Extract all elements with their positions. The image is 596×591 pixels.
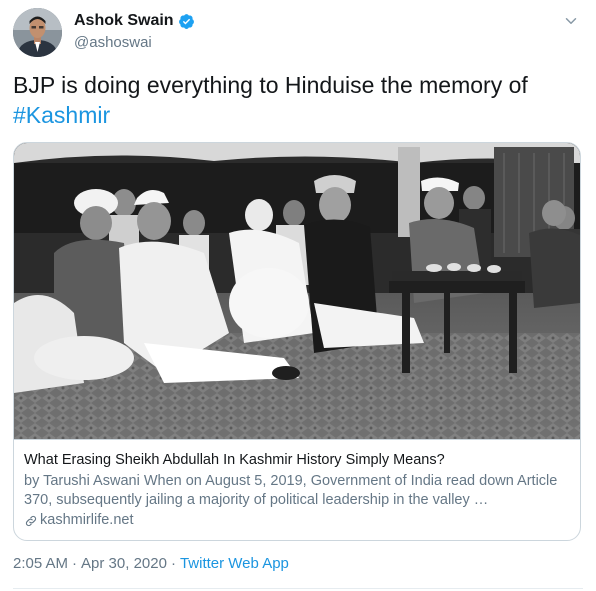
author-name-row[interactable]: Ashok Swain: [74, 12, 195, 30]
meta-separator: ·: [170, 555, 176, 572]
link-icon: [25, 515, 37, 526]
tweet-time[interactable]: 2:05 AM: [13, 555, 68, 572]
divider: [13, 588, 583, 589]
card-domain: kashmirlife.net: [40, 512, 134, 528]
tweet-meta: 2:05 AM · Apr 30, 2020 · Twitter Web App: [13, 555, 289, 572]
avatar[interactable]: [13, 8, 62, 57]
chevron-down-icon[interactable]: [562, 12, 580, 30]
author-name[interactable]: Ashok Swain: [74, 12, 174, 30]
card-body[interactable]: What Erasing Sheikh Abdullah In Kashmir …: [14, 439, 580, 540]
verified-badge-icon: [178, 13, 194, 29]
author-handle[interactable]: @ashoswai: [74, 34, 152, 51]
card-description: by Tarushi Aswani When on August 5, 2019…: [24, 473, 558, 508]
tweet-date[interactable]: Apr 30, 2020: [81, 555, 167, 572]
card-title: What Erasing Sheikh Abdullah In Kashmir …: [24, 452, 445, 468]
link-card[interactable]: What Erasing Sheikh Abdullah In Kashmir …: [13, 142, 581, 541]
card-domain-row: kashmirlife.net: [24, 511, 570, 530]
tweet-text-body: BJP is doing everything to Hinduise the …: [13, 72, 528, 98]
card-image[interactable]: [14, 143, 580, 439]
tweet-source-link[interactable]: Twitter Web App: [180, 555, 289, 572]
hashtag-link[interactable]: #Kashmir: [13, 102, 110, 128]
tweet: Ashok Swain @ashoswai BJP is doing every…: [0, 0, 596, 591]
meta-separator: ·: [72, 555, 78, 572]
tweet-text: BJP is doing everything to Hinduise the …: [13, 70, 583, 130]
